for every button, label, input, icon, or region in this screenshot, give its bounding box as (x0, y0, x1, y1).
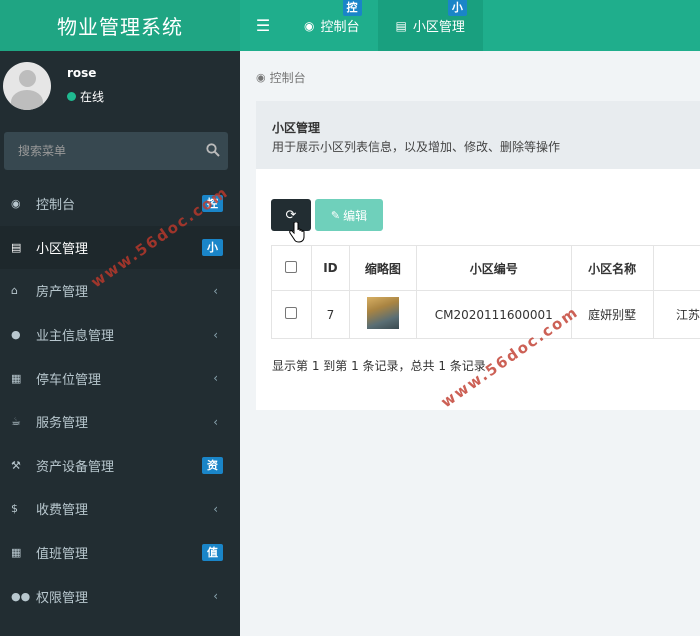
sidebar-item-label: 收费管理 (36, 503, 89, 519)
chevron-left-icon: ‹ (213, 283, 218, 298)
chevron-left-icon: ‹ (213, 501, 218, 516)
cell-name: 庭妍别墅 (570, 290, 654, 339)
calendar-icon: ▦ (11, 546, 22, 560)
sidebar-menu: ◉ 控制台 控 ▤ 小区管理 小 ⌂ 房产管理 ‹ ● 业主信息管理 ‹ ▦ 停… (0, 182, 240, 618)
tab-label: 控制台 (320, 20, 360, 35)
tab-badge: 小 (447, 0, 467, 16)
sidebar-item-assets[interactable]: ⚒ 资产设备管理 资 (0, 444, 240, 488)
home-icon: ⌂ (11, 284, 18, 298)
app-title: 物业管理系统 (0, 0, 240, 51)
pencil-icon: ✎ (330, 208, 341, 222)
gavel-icon: ⚒ (11, 458, 21, 472)
search-icon[interactable] (206, 143, 220, 157)
community-table: ID 缩略图 小区编号 小区名称 7 CM2020111600001 庭妍别墅 … (271, 245, 700, 339)
hand-cursor-icon (289, 222, 305, 243)
column-header-thumbnail[interactable]: 缩略图 (348, 245, 417, 291)
sidebar-badge: 资 (202, 456, 223, 474)
chevron-left-icon: ‹ (213, 414, 218, 429)
sidebar-item-community[interactable]: ▤ 小区管理 小 (0, 225, 240, 270)
breadcrumb: ◉ 控制台 (256, 69, 306, 86)
community-panel: 小区管理 用于展示小区列表信息，以及增加、修改、删除等操作 ⟳ ✎ 编辑 ID … (256, 101, 700, 410)
edit-button[interactable]: ✎ 编辑 (315, 199, 383, 231)
film-icon: ▦ (11, 371, 22, 385)
chevron-left-icon: ‹ (213, 589, 218, 604)
sidebar-badge: 值 (202, 544, 223, 562)
dollar-icon: $ (11, 502, 18, 516)
group-icon: ●● (11, 589, 31, 603)
pagination-info: 显示第 1 到第 1 条记录，总共 1 条记录 (272, 359, 486, 373)
list-icon: ▤ (395, 18, 407, 33)
edit-label: 编辑 (343, 208, 368, 223)
user-panel: rose 在线 (0, 51, 240, 123)
user-name: rose (67, 66, 97, 80)
sidebar-item-property[interactable]: ⌂ 房产管理 ‹ (0, 269, 240, 313)
sidebar-badge: 小 (202, 238, 223, 256)
sidebar-item-parking[interactable]: ▦ 停车位管理 ‹ (0, 356, 240, 400)
cell-extra: 江苏 (652, 290, 700, 339)
sidebar-item-owner[interactable]: ● 业主信息管理 ‹ (0, 313, 240, 357)
column-header-id[interactable]: ID (310, 245, 350, 291)
cell-thumbnail (348, 290, 417, 339)
cell-code: CM2020111600001 (415, 290, 572, 339)
row-checkbox-cell (271, 290, 312, 339)
sidebar-item-duty[interactable]: ▦ 值班管理 值 (0, 531, 240, 575)
search-box (4, 132, 228, 170)
row-checkbox[interactable] (285, 307, 298, 319)
top-navbar: ☰ ◉ 控制台 控 ▤ 小区管理 小 (240, 0, 700, 51)
search-input[interactable] (4, 132, 194, 170)
breadcrumb-label[interactable]: 控制台 (270, 69, 306, 86)
column-header-extra[interactable] (652, 245, 700, 291)
sidebar-item-label: 服务管理 (36, 416, 89, 432)
sidebar-item-label: 业主信息管理 (36, 329, 115, 345)
tab-community[interactable]: ▤ 小区管理 小 (377, 0, 483, 51)
thumbnail-image[interactable] (366, 297, 399, 329)
table-row[interactable]: 7 CM2020111600001 庭妍别墅 江苏 (271, 290, 700, 339)
sidebar-item-fees[interactable]: $ 收费管理 ‹ (0, 487, 240, 531)
user-icon: ● (11, 328, 21, 342)
sidebar-badge: 控 (202, 195, 223, 213)
tab-dashboard[interactable]: ◉ 控制台 控 (286, 0, 378, 51)
list-icon: ▤ (11, 240, 22, 254)
coffee-icon: ☕ (11, 415, 21, 429)
panel-description: 用于展示小区列表信息，以及增加、修改、删除等操作 (272, 140, 561, 154)
column-header-code[interactable]: 小区编号 (415, 245, 572, 291)
panel-title: 小区管理 (272, 121, 321, 135)
select-all-cell (271, 245, 312, 291)
tab-label: 小区管理 (412, 20, 465, 35)
main-content: ◉ 控制台 小区管理 用于展示小区列表信息，以及增加、修改、删除等操作 ⟳ ✎ … (240, 51, 700, 636)
sidebar-item-label: 停车位管理 (36, 372, 102, 388)
avatar (3, 62, 51, 110)
column-header-name[interactable]: 小区名称 (570, 245, 654, 291)
online-dot-icon (67, 92, 76, 101)
panel-header: 小区管理 用于展示小区列表信息，以及增加、修改、删除等操作 (256, 101, 700, 169)
dashboard-icon: ◉ (304, 18, 315, 33)
user-status-label: 在线 (80, 90, 105, 104)
cell-id: 7 (310, 290, 350, 339)
sidebar-item-label: 权限管理 (36, 590, 89, 606)
dashboard-icon: ◉ (11, 197, 21, 211)
select-all-checkbox[interactable] (285, 260, 298, 273)
sidebar-toggle-icon[interactable]: ☰ (240, 0, 286, 51)
tab-badge: 控 (342, 0, 362, 16)
toolbar: ⟳ ✎ 编辑 (271, 199, 383, 231)
table-header-row: ID 缩略图 小区编号 小区名称 (271, 245, 700, 291)
dashboard-icon: ◉ (256, 71, 266, 84)
user-status: 在线 (67, 88, 104, 105)
sidebar-item-label: 房产管理 (36, 285, 89, 301)
sidebar-item-dashboard[interactable]: ◉ 控制台 控 (0, 182, 240, 226)
chevron-left-icon: ‹ (213, 371, 218, 386)
sidebar-item-permissions[interactable]: ●● 权限管理 ‹ (0, 574, 240, 618)
sidebar-item-service[interactable]: ☕ 服务管理 ‹ (0, 400, 240, 444)
chevron-left-icon: ‹ (213, 327, 218, 342)
refresh-icon: ⟳ (285, 207, 297, 223)
sidebar: rose 在线 ◉ 控制台 控 ▤ 小区管理 小 ⌂ 房产管理 ‹ ● (0, 51, 240, 636)
